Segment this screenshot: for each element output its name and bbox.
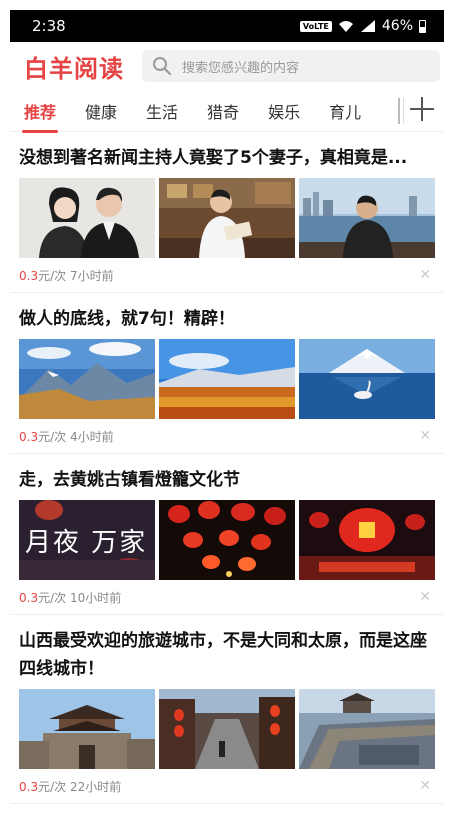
article-meta: 0.3元/次 22小时前 ✕ <box>19 769 435 803</box>
article-images <box>19 178 435 258</box>
tab-entertainment[interactable]: 娱乐 <box>268 99 300 123</box>
search-icon <box>153 57 172 76</box>
wifi-icon <box>338 21 353 32</box>
article-title[interactable]: 没想到著名新闻主持人竟娶了5个妻子，真相竟是... <box>19 144 435 172</box>
tab-overflow-divider <box>398 98 404 124</box>
dismiss-close-icon[interactable]: ✕ <box>419 589 431 605</box>
article-meta-text: 0.3元/次 7小时前 <box>19 267 114 284</box>
article-meta-text: 0.3元/次 4小时前 <box>19 428 114 445</box>
old-town-street-lanterns-image <box>159 689 295 769</box>
app-logo: 白羊阅读 <box>24 54 124 83</box>
battery-icon <box>419 19 426 33</box>
status-time: 2:38 <box>32 17 66 35</box>
app-header: 白羊阅读 搜索您感兴趣的内容 <box>10 42 444 90</box>
night-lanterns-text-image: 月夜 万家 <box>19 500 155 580</box>
lantern-festival-stage-image <box>299 500 435 580</box>
status-bar: 2:38 VoLTE 46% <box>10 10 444 42</box>
article-title[interactable]: 做人的底线，就7句！精辟！ <box>19 305 435 333</box>
dismiss-close-icon[interactable]: ✕ <box>419 267 431 283</box>
article-meta-text: 0.3元/次 10小时前 <box>19 589 121 606</box>
article-title[interactable]: 山西最受欢迎的旅遊城市，不是大同和太原，而是这座四线城市！ <box>19 627 435 683</box>
mountain-lake-landscape-image <box>19 339 155 419</box>
tab-parenting[interactable]: 育儿 <box>329 99 361 123</box>
price-unit: 元/次 <box>38 590 67 605</box>
price-value: 0.3 <box>19 779 39 794</box>
tab-life[interactable]: 生活 <box>146 99 178 123</box>
man-reading-in-tea-room-image <box>159 178 295 258</box>
article-item[interactable]: 没想到著名新闻主持人竟娶了5个妻子，真相竟是... 0.3元/次 7小时前 ✕ <box>10 132 444 293</box>
couple-portrait-image <box>19 178 155 258</box>
price-value: 0.3 <box>19 590 39 605</box>
red-lanterns-street-image <box>159 500 295 580</box>
man-by-waterfront-city-image <box>299 178 435 258</box>
article-meta: 0.3元/次 4小时前 ✕ <box>19 419 435 453</box>
dismiss-close-icon[interactable]: ✕ <box>419 778 431 794</box>
tab-health[interactable]: 健康 <box>85 99 117 123</box>
image-overlay-text: 月夜 万家 <box>25 528 148 558</box>
article-images <box>19 339 435 419</box>
price-value: 0.3 <box>19 429 39 444</box>
publish-time: 4小时前 <box>69 429 114 444</box>
signal-icon <box>360 20 375 32</box>
publish-time: 22小时前 <box>69 779 122 794</box>
article-item[interactable]: 走，去黄姚古镇看燈籠文化节 月夜 万家 0.3元/次 10小时前 ✕ <box>10 454 444 615</box>
publish-time: 10小时前 <box>69 590 122 605</box>
article-meta-text: 0.3元/次 22小时前 <box>19 778 121 795</box>
dismiss-close-icon[interactable]: ✕ <box>419 428 431 444</box>
price-value: 0.3 <box>19 268 39 283</box>
status-icons: VoLTE 46% <box>299 18 426 34</box>
volte-icon: VoLTE <box>299 20 332 32</box>
article-meta: 0.3元/次 10小时前 ✕ <box>19 580 435 614</box>
article-feed: 没想到著名新闻主持人竟娶了5个妻子，真相竟是... 0.3元/次 7小时前 ✕ … <box>10 132 444 804</box>
price-unit: 元/次 <box>38 268 67 283</box>
price-unit: 元/次 <box>38 779 67 794</box>
category-tabs: 推荐 健康 生活 猎奇 娱乐 育儿 <box>10 90 444 133</box>
article-meta: 0.3元/次 7小时前 ✕ <box>19 258 435 292</box>
ancient-city-gate-tower-image <box>19 689 155 769</box>
article-images: 月夜 万家 <box>19 500 435 580</box>
price-unit: 元/次 <box>38 429 67 444</box>
article-title[interactable]: 走，去黄姚古镇看燈籠文化节 <box>19 466 435 494</box>
add-tab-plus-icon[interactable] <box>408 95 436 123</box>
search-box[interactable]: 搜索您感兴趣的内容 <box>142 50 440 82</box>
article-images <box>19 689 435 769</box>
article-item[interactable]: 山西最受欢迎的旅遊城市，不是大同和太原，而是这座四线城市！ 0.3元/次 22小… <box>10 615 444 804</box>
city-wall-aerial-image <box>299 689 435 769</box>
autumn-field-mountains-image <box>159 339 295 419</box>
search-placeholder: 搜索您感兴趣的内容 <box>182 60 300 76</box>
snow-mountain-swan-lake-image <box>299 339 435 419</box>
article-item[interactable]: 做人的底线，就7句！精辟！ 0.3元/次 4小时前 ✕ <box>10 293 444 454</box>
battery-percent: 46% <box>381 18 413 34</box>
publish-time: 7小时前 <box>69 268 114 283</box>
tab-recommend[interactable]: 推荐 <box>21 99 59 133</box>
tab-curious[interactable]: 猎奇 <box>207 99 239 123</box>
